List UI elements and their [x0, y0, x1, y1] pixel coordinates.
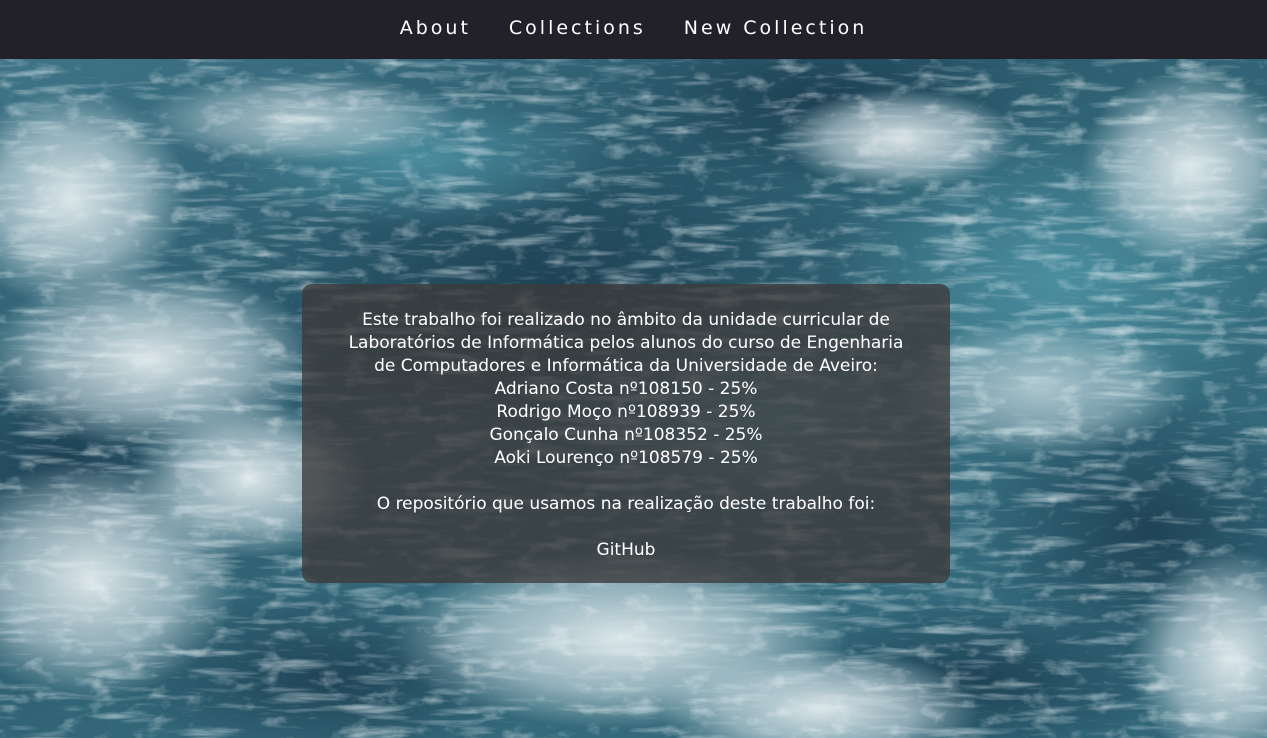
info-intro-line-1: Este trabalho foi realizado no âmbito da…: [362, 310, 890, 330]
nav-link-new-collection[interactable]: New Collection: [684, 17, 867, 43]
info-intro-line-2: Laboratórios de Informática pelos alunos…: [348, 333, 904, 353]
team-member-3: Gonçalo Cunha nº108352 - 25%: [489, 425, 763, 445]
repository-text: O repositório que usamos na realização d…: [376, 494, 876, 514]
nav-link-collections[interactable]: Collections: [509, 17, 646, 43]
team-member-1: Adriano Costa nº108150 - 25%: [494, 379, 758, 399]
top-navbar: About Collections New Collection: [0, 0, 1267, 59]
info-intro-line-3: de Computadores e Informática da Univers…: [374, 356, 878, 376]
nav-link-about[interactable]: About: [400, 17, 471, 43]
team-member-4: Aoki Lourenço nº108579 - 25%: [494, 448, 758, 468]
project-info-panel: Este trabalho foi realizado no âmbito da…: [302, 284, 950, 583]
team-member-2: Rodrigo Moço nº108939 - 25%: [496, 402, 756, 422]
page: About Collections New Collection Este tr…: [0, 0, 1267, 738]
github-link[interactable]: GitHub: [597, 539, 656, 562]
